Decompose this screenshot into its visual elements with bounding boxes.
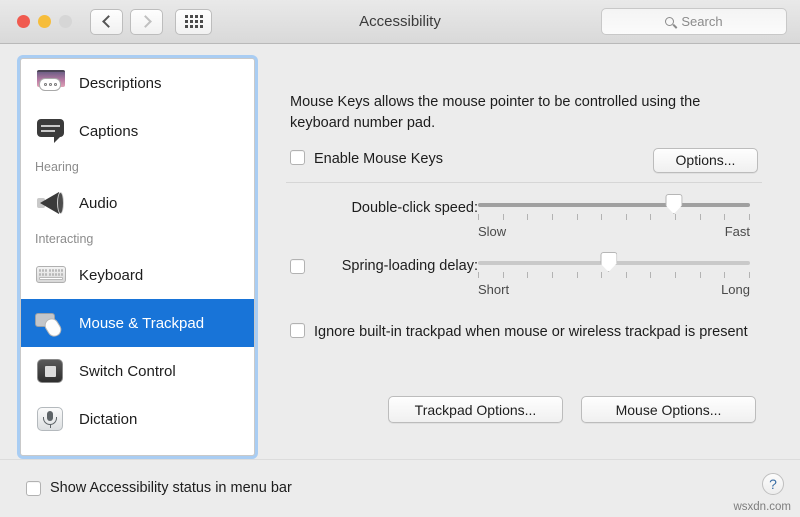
- forward-button: [130, 8, 163, 35]
- double-click-speed-label: Double-click speed:: [351, 200, 478, 216]
- navigation-buttons: [90, 8, 163, 35]
- back-button[interactable]: [90, 8, 123, 35]
- forward-chevron-icon: [138, 15, 152, 28]
- sidebar-item-dictation[interactable]: Dictation: [21, 395, 254, 443]
- show-all-button[interactable]: [175, 8, 212, 35]
- slider-end-labels: Slow Fast: [478, 224, 750, 239]
- ignore-builtin-trackpad-checkbox[interactable]: Ignore built-in trackpad when mouse or w…: [290, 323, 752, 343]
- sidebar-item-label: Descriptions: [79, 74, 162, 92]
- dictation-icon: [35, 404, 67, 434]
- window-footer: Show Accessibility status in menu bar ? …: [0, 459, 800, 517]
- slider-max-label: Long: [721, 282, 750, 297]
- slider-thumb[interactable]: [665, 194, 683, 214]
- accessibility-feature-list[interactable]: Descriptions Captions Hearing Audio Inte…: [20, 58, 255, 456]
- search-field[interactable]: Search: [601, 8, 787, 35]
- window-titlebar: Accessibility Search: [0, 0, 800, 44]
- sidebar-group-interacting: Interacting: [35, 232, 94, 246]
- sidebar-item-audio[interactable]: Audio: [21, 179, 254, 227]
- mouse-options-button[interactable]: Mouse Options...: [581, 396, 756, 423]
- enable-mouse-keys-row: Enable Mouse Keys Options...: [290, 147, 758, 173]
- slider-max-label: Fast: [724, 224, 750, 239]
- enable-mouse-keys-label: Enable Mouse Keys: [314, 151, 443, 168]
- descriptions-icon: [35, 68, 67, 98]
- watermark: wsxdn.com: [733, 501, 791, 513]
- sidebar-group-hearing: Hearing: [35, 160, 79, 174]
- captions-icon: [35, 116, 67, 146]
- accessibility-preferences-window: Accessibility Search Descriptions Captio…: [0, 0, 800, 517]
- sidebar-item-label: Keyboard: [79, 266, 144, 284]
- sidebar-item-switch-control[interactable]: Switch Control: [21, 347, 254, 395]
- grid-icon: [184, 15, 203, 28]
- mouse-keys-description: Mouse Keys allows the mouse pointer to b…: [290, 94, 701, 132]
- slider-ticks: [478, 214, 750, 220]
- enable-mouse-keys-checkbox[interactable]: Enable Mouse Keys: [290, 150, 443, 170]
- mouse-keys-options-button[interactable]: Options...: [653, 147, 758, 173]
- double-click-speed-slider[interactable]: Slow Fast: [478, 194, 750, 239]
- spring-loading-delay-slider[interactable]: Short Long: [478, 252, 750, 297]
- mouse-trackpad-icon: [35, 308, 67, 340]
- switch-control-icon: [35, 356, 67, 386]
- keyboard-icon: [35, 260, 67, 290]
- trackpad-options-button[interactable]: Trackpad Options...: [388, 396, 563, 423]
- section-divider: [286, 182, 762, 183]
- pane-action-buttons: Trackpad Options... Mouse Options...: [388, 396, 760, 423]
- slider-thumb[interactable]: [600, 252, 618, 272]
- slider-track[interactable]: [478, 252, 750, 272]
- sidebar-item-label: Switch Control: [79, 362, 176, 380]
- show-accessibility-status-label: Show Accessibility status in menu bar: [50, 480, 292, 496]
- slider-ticks: [478, 272, 750, 278]
- checkbox-box[interactable]: [290, 150, 305, 166]
- sidebar-item-descriptions[interactable]: Descriptions: [21, 59, 254, 107]
- checkbox-box[interactable]: [26, 481, 41, 497]
- sidebar-item-label: Captions: [79, 122, 139, 140]
- back-chevron-icon: [101, 15, 115, 28]
- audio-icon: [35, 188, 67, 218]
- search-icon: [665, 17, 675, 26]
- slider-min-label: Short: [478, 282, 510, 297]
- mouse-trackpad-pane: Mouse Keys allows the mouse pointer to b…: [268, 58, 780, 456]
- traffic-light-group: [17, 15, 72, 28]
- slider-min-label: Slow: [478, 224, 507, 239]
- help-button[interactable]: ?: [762, 473, 784, 495]
- spring-loading-delay-label: Spring-loading delay:: [341, 258, 478, 274]
- sidebar-item-label: Mouse & Trackpad: [79, 314, 205, 332]
- show-accessibility-status-checkbox[interactable]: Show Accessibility status in menu bar: [26, 479, 292, 499]
- ignore-builtin-trackpad-label: Ignore built-in trackpad when mouse or w…: [314, 324, 748, 340]
- slider-end-labels: Short Long: [478, 282, 750, 297]
- checkbox-box[interactable]: [290, 323, 305, 338]
- sidebar-item-mouse-trackpad[interactable]: Mouse & Trackpad: [21, 299, 254, 347]
- sidebar-item-label: Audio: [79, 194, 118, 212]
- sidebar-item-captions[interactable]: Captions: [21, 107, 254, 155]
- slider-track[interactable]: [478, 194, 750, 214]
- zoom-button: [59, 15, 72, 28]
- close-button[interactable]: [17, 15, 30, 28]
- search-placeholder: Search: [681, 14, 723, 29]
- minimize-button[interactable]: [38, 15, 51, 28]
- sidebar-item-label: Dictation: [79, 410, 138, 428]
- sidebar-item-keyboard[interactable]: Keyboard: [21, 251, 254, 299]
